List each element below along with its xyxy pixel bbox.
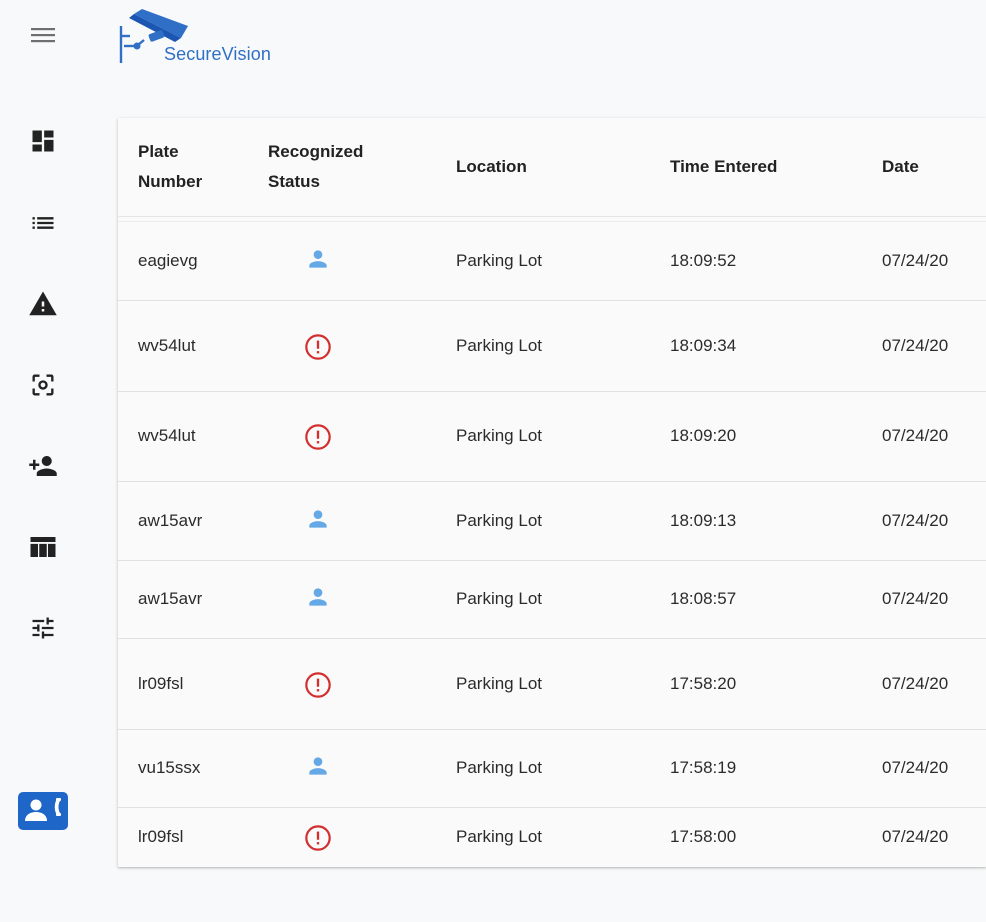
column-header-plate-number[interactable]: Plate Number	[138, 118, 258, 216]
location-cell: Parking Lot	[456, 589, 542, 608]
column-header-label: Plate Number	[138, 142, 203, 191]
date-cell: 07/24/20	[882, 335, 949, 355]
location-cell: Parking Lot	[456, 758, 542, 777]
status-cell	[296, 753, 340, 783]
menu-button[interactable]	[26, 22, 60, 52]
location-cell: Parking Lot	[456, 827, 542, 846]
time-cell: 18:08:57	[670, 589, 737, 608]
nav-table[interactable]	[18, 524, 68, 574]
brand-logo: SecureVision	[114, 6, 274, 68]
person-icon	[305, 506, 331, 537]
error-outline-icon	[304, 333, 332, 366]
column-header-time-entered[interactable]: Time Entered	[670, 118, 830, 216]
column-header-label: Recognized Status	[268, 142, 364, 191]
error-outline-icon	[304, 423, 332, 456]
plate-cell: eagievg	[138, 251, 198, 270]
time-cell: 18:09:13	[670, 510, 737, 530]
plate-cell: aw15avr	[138, 510, 203, 530]
menu-icon	[30, 25, 56, 50]
location-cell: Parking Lot	[456, 510, 542, 530]
time-cell: 18:09:20	[670, 426, 737, 445]
dashboard-icon	[29, 127, 57, 160]
error-outline-icon	[304, 824, 332, 857]
nav-alerts[interactable]	[18, 281, 68, 331]
table-row[interactable]: vu15ssx Parking Lot 17:58:19 07/24/20	[118, 729, 986, 808]
status-cell	[296, 333, 340, 366]
nav-camera[interactable]	[18, 362, 68, 412]
column-header-date[interactable]: Date	[882, 118, 972, 216]
plate-cell: lr09fsl	[138, 673, 184, 693]
plate-cell: wv54lut	[138, 426, 196, 445]
person-icon	[305, 246, 331, 277]
status-cell	[296, 671, 340, 704]
table-row[interactable]: wv54lut Parking Lot 18:09:34 07/24/20	[118, 300, 986, 392]
column-header-label: Time Entered	[670, 157, 778, 176]
status-cell	[296, 246, 340, 276]
column-header-location[interactable]: Location	[456, 118, 616, 216]
table-row[interactable]: lr09fsl Parking Lot 17:58:00 07/24/20	[118, 807, 986, 867]
plates-table: Plate Number Recognized Status Location …	[118, 118, 986, 867]
plate-cell: lr09fsl	[138, 827, 184, 846]
time-cell: 17:58:20	[670, 673, 737, 693]
status-cell	[296, 824, 340, 857]
date-cell: 07/24/20	[882, 827, 949, 846]
tune-icon	[29, 614, 57, 647]
nav-contact[interactable]	[18, 792, 68, 830]
nav-settings[interactable]	[18, 605, 68, 655]
date-cell: 07/24/20	[882, 589, 949, 608]
plate-cell: aw15avr	[138, 589, 203, 608]
table-header-row: Plate Number Recognized Status Location …	[118, 118, 986, 217]
column-header-recognized-status[interactable]: Recognized Status	[268, 118, 408, 216]
error-outline-icon	[304, 671, 332, 704]
time-cell: 17:58:00	[670, 827, 737, 846]
status-cell	[296, 423, 340, 456]
plate-cell: wv54lut	[138, 335, 196, 355]
column-header-label: Location	[456, 157, 527, 176]
table-row[interactable]: lr09fsl Parking Lot 17:58:20 07/24/20	[118, 638, 986, 730]
brand-name: SecureVision	[164, 44, 271, 64]
table-icon	[28, 532, 58, 567]
date-cell: 07/24/20	[882, 251, 949, 270]
column-header-label: Date	[882, 157, 919, 176]
nav-list[interactable]	[18, 200, 68, 250]
location-cell: Parking Lot	[456, 335, 542, 355]
table-row[interactable]: wv54lut Parking Lot 18:09:20 07/24/20	[118, 391, 986, 482]
location-cell: Parking Lot	[456, 673, 542, 693]
warning-icon	[28, 289, 58, 324]
contact-phone-icon	[20, 794, 66, 829]
time-cell: 17:58:19	[670, 758, 737, 777]
plate-cell: vu15ssx	[138, 758, 201, 777]
date-cell: 07/24/20	[882, 758, 949, 777]
table-row[interactable]: aw15avr Parking Lot 18:08:57 07/24/20	[118, 560, 986, 639]
nav-dashboard[interactable]	[18, 118, 68, 168]
location-cell: Parking Lot	[456, 251, 542, 270]
camera-focus-icon	[29, 371, 57, 404]
date-cell: 07/24/20	[882, 673, 949, 693]
time-cell: 18:09:52	[670, 251, 737, 270]
location-cell: Parking Lot	[456, 426, 542, 445]
person-icon	[305, 584, 331, 615]
table-row[interactable]: eagievg Parking Lot 18:09:52 07/24/20	[118, 222, 986, 301]
status-cell	[296, 584, 340, 614]
status-cell	[296, 506, 340, 536]
list-icon	[29, 209, 57, 242]
time-cell: 18:09:34	[670, 335, 737, 355]
person-icon	[305, 753, 331, 784]
date-cell: 07/24/20	[882, 426, 949, 445]
date-cell: 07/24/20	[882, 510, 949, 530]
person-add-icon	[28, 451, 58, 486]
nav-add-person[interactable]	[18, 443, 68, 493]
table-row[interactable]: aw15avr Parking Lot 18:09:13 07/24/20	[118, 481, 986, 561]
